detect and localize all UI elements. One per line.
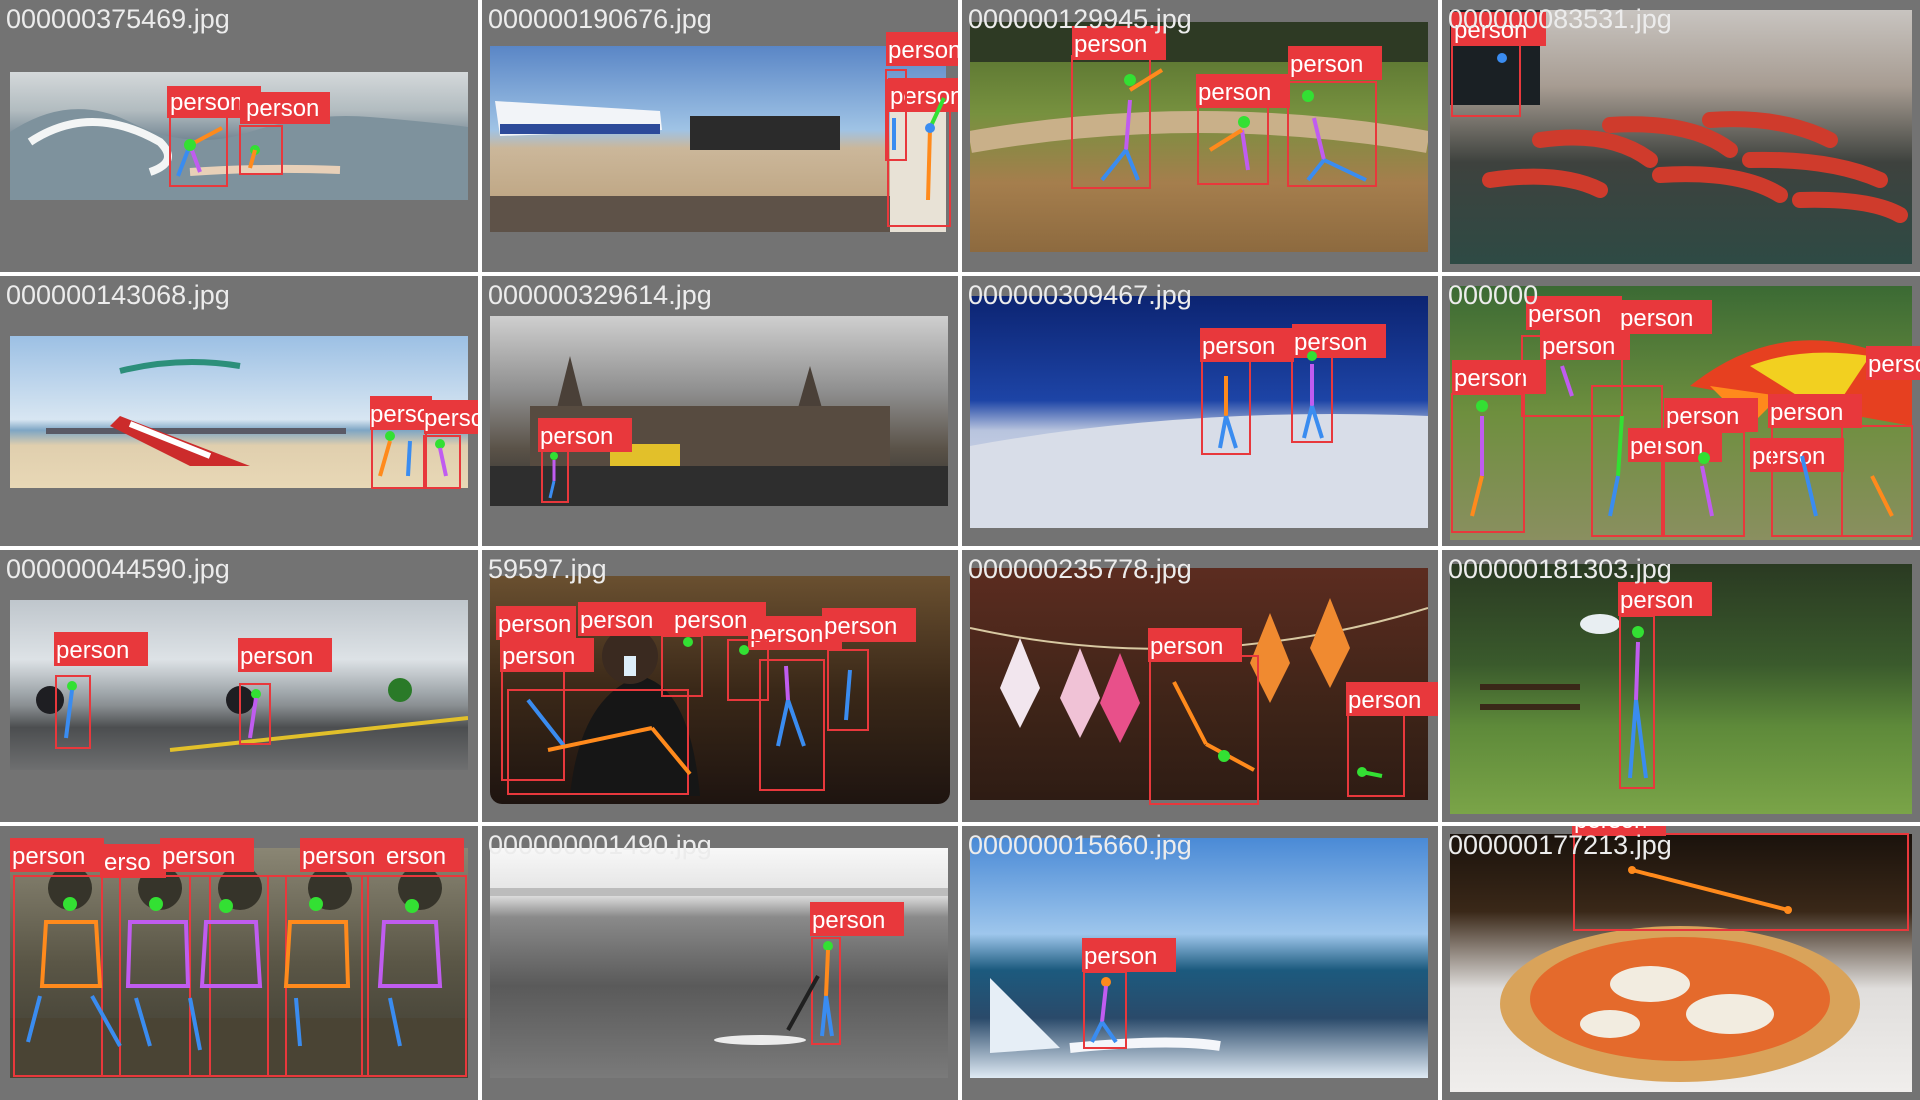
detection-label: person <box>1666 403 1739 430</box>
detection-label: person <box>424 405 478 432</box>
detection-overlay: person <box>786 902 904 1045</box>
detection-label: person <box>162 843 235 870</box>
detection-label: erso <box>104 849 151 876</box>
detection-label: person <box>824 613 897 640</box>
detection-label: person <box>12 843 85 870</box>
pose-skeleton <box>26 897 443 1051</box>
bounding-box <box>1287 81 1377 187</box>
detection-overlay: person <box>1082 938 1176 1049</box>
pose-skeleton <box>176 126 260 177</box>
detection-label: person <box>812 907 885 934</box>
detection-label: person <box>240 643 313 670</box>
pose-skeleton <box>378 431 448 477</box>
detection-overlay: person person person <box>1071 26 1382 189</box>
detection-overlay: person person <box>885 32 958 227</box>
detection-label: person <box>302 843 375 870</box>
pose-skeleton <box>1090 977 1118 1044</box>
detection-label: person <box>1150 633 1223 660</box>
image-tile[interactable]: 000000190676.jpg person person <box>482 0 958 272</box>
detection-label: person <box>1348 687 1421 714</box>
image-tile[interactable]: 000000 person person person person perso… <box>1442 276 1920 546</box>
detection-label: person <box>1752 443 1825 470</box>
detection-label: person <box>1202 333 1275 360</box>
bounding-box <box>1197 99 1269 185</box>
detection-label: erson <box>386 843 446 870</box>
detection-overlay: person <box>538 418 632 503</box>
image-tile[interactable]: 000000177213.jpg person <box>1442 826 1920 1100</box>
detection-label: person <box>674 607 747 634</box>
image-tile[interactable]: 000000375469.jpg person person <box>0 0 478 272</box>
detection-label: person <box>1198 79 1271 106</box>
detection-overlay: person person <box>1148 628 1438 805</box>
image-tile[interactable]: 000000181303.jpg person <box>1442 550 1920 822</box>
image-tile[interactable]: 000000235778.jpg person person <box>962 550 1438 822</box>
pose-skeleton <box>1218 351 1324 449</box>
detection-overlay: person person <box>370 396 478 489</box>
detection-label: person <box>540 423 613 450</box>
detection-label: person <box>1630 433 1703 460</box>
pose-skeleton <box>64 681 261 739</box>
detection-overlay: person <box>1618 582 1712 789</box>
detection-label: person <box>890 83 958 110</box>
image-tile[interactable]: 000000129945.jpg person person person <box>962 0 1438 272</box>
detection-overlay: person person person person person perso… <box>496 602 916 795</box>
detection-overlay: person <box>1451 12 1546 117</box>
bounding-box <box>371 425 427 489</box>
detection-label: person <box>1454 365 1527 392</box>
pose-keypoint <box>1497 53 1507 63</box>
pose-skeleton <box>1628 866 1792 914</box>
bounding-box <box>239 125 283 175</box>
pose-skeleton <box>786 941 834 1037</box>
detection-overlay: person <box>1572 826 1909 931</box>
image-tile[interactable]: 000000015660.jpg person <box>962 826 1438 1100</box>
detection-label: person <box>170 89 243 116</box>
detection-label: person <box>498 611 571 638</box>
detection-label: person <box>1574 826 1647 834</box>
image-tile[interactable]: 000000329614.jpg person <box>482 276 958 546</box>
pose-skeleton <box>1628 626 1648 779</box>
image-tile[interactable]: 000000143068.jpg person person <box>0 276 478 546</box>
detection-label: person <box>56 637 129 664</box>
detection-label: person <box>1074 31 1147 58</box>
detection-grid: 000000375469.jpg person person 000000190… <box>0 0 1920 1100</box>
image-tile[interactable]: 000000044590.jpg person person <box>0 550 478 822</box>
detection-label: person <box>750 621 823 648</box>
detection-overlay: person person person person person perso… <box>1451 296 1920 537</box>
bounding-box-group <box>661 635 869 791</box>
image-tile[interactable]: 000000001490.jpg person <box>482 826 958 1100</box>
image-tile[interactable]: 000000083531.jpg person <box>1442 0 1920 272</box>
detection-label: person <box>502 643 575 670</box>
detection-overlay: person erso person person erson <box>10 838 467 1077</box>
detection-label: person <box>1290 51 1363 78</box>
bounding-box <box>1347 711 1405 797</box>
detection-label: person <box>580 607 653 634</box>
detection-label: person <box>246 95 319 122</box>
pose-skeleton <box>892 97 946 201</box>
detection-label: person <box>1294 329 1367 356</box>
detection-label: person <box>1454 17 1527 44</box>
detection-label: person <box>1542 333 1615 360</box>
detection-label: person <box>1620 587 1693 614</box>
image-tile[interactable]: 000000309467.jpg person person <box>962 276 1438 546</box>
image-tile[interactable]: 59597.jpg person person person person pe… <box>482 550 958 822</box>
detection-label: person <box>1770 399 1843 426</box>
bounding-box <box>501 669 565 781</box>
detection-label: person <box>1868 351 1920 378</box>
bounding-box <box>1149 655 1259 805</box>
detection-label: person <box>1620 305 1693 332</box>
bounding-box <box>1573 833 1909 931</box>
detection-label: person <box>1084 943 1157 970</box>
pose-skeleton <box>548 452 558 499</box>
image-tile[interactable]: person erso person person erson <box>0 826 478 1100</box>
detection-label: person <box>1528 301 1601 328</box>
detection-label: person <box>888 37 958 64</box>
detection-overlay: person person <box>54 632 332 749</box>
detection-overlay: person person <box>1200 324 1386 455</box>
detection-overlay: person person <box>167 86 330 187</box>
